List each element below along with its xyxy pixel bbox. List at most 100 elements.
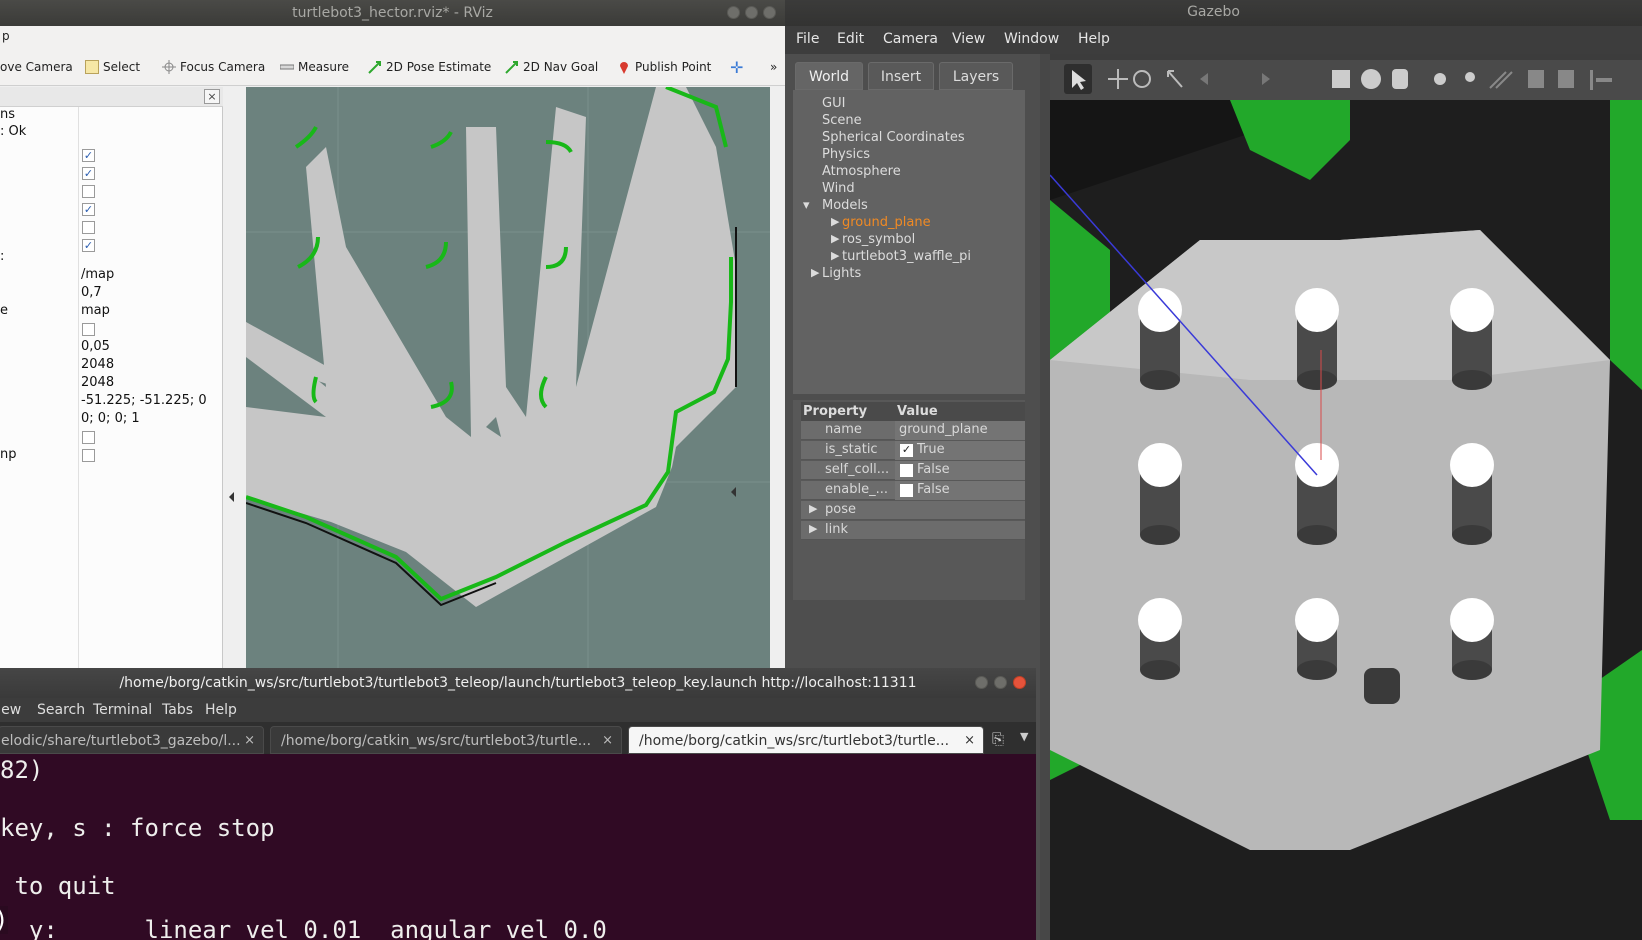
close-button[interactable] xyxy=(1013,676,1026,689)
publish-point-label: Publish Point xyxy=(635,60,712,74)
gazebo-menu-bar: File Edit Camera View Window Help xyxy=(785,26,1642,54)
unchecked-checkbox[interactable] xyxy=(900,464,913,477)
collapsed-arrow-icon[interactable]: ▶ xyxy=(831,249,839,262)
color-scheme-value[interactable]: map xyxy=(81,303,110,318)
expanded-arrow-icon[interactable]: ▾ xyxy=(803,198,810,213)
alpha-value[interactable]: 0,7 xyxy=(81,285,102,300)
pose-estimate-tool[interactable]: 2D Pose Estimate xyxy=(368,57,491,77)
menu-help[interactable]: Help xyxy=(205,698,237,722)
tree-item-wind[interactable]: Wind xyxy=(822,181,855,196)
menu-terminal[interactable]: Terminal xyxy=(93,698,152,722)
move-camera-tool[interactable]: ove Camera xyxy=(0,57,73,77)
view-splitter[interactable] xyxy=(224,87,246,668)
terminal-tab-bar: elodic/share/turtlebot3_gazebo/l... × /ho… xyxy=(0,722,1036,754)
close-button[interactable] xyxy=(763,6,776,19)
maximize-button[interactable] xyxy=(994,676,1007,689)
property-value[interactable]: True xyxy=(895,441,1025,460)
terminal-output[interactable]: 82) key, s : force stop to quit ) y: lin… xyxy=(0,754,1036,940)
position-value: -51.225; -51.225; 0 xyxy=(81,393,207,408)
terminal-tab[interactable]: /home/borg/catkin_ws/src/turtlebot3/turt… xyxy=(270,726,622,754)
close-icon[interactable]: × xyxy=(964,727,975,753)
enabled-checkbox[interactable]: ✓ xyxy=(82,167,95,180)
tree-item-ros-symbol[interactable]: ros_symbol xyxy=(842,232,915,247)
property-label: np xyxy=(0,447,17,462)
nav-goal-tool[interactable]: 2D Nav Goal xyxy=(505,57,598,77)
maximize-button[interactable] xyxy=(745,6,758,19)
property-row: self_coll... False xyxy=(801,461,1025,480)
focus-camera-tool[interactable]: Focus Camera xyxy=(162,57,265,77)
tab-layers[interactable]: Layers xyxy=(939,62,1013,90)
collapsed-arrow-icon[interactable]: ▶ xyxy=(831,232,839,245)
collapsed-arrow-icon[interactable]: ▶ xyxy=(831,215,839,228)
tree-item-gui[interactable]: GUI xyxy=(822,96,845,111)
measure-tool[interactable]: Measure xyxy=(279,57,349,77)
property-group-link[interactable]: ▶ link xyxy=(801,521,1025,540)
gazebo-splitter[interactable] xyxy=(1040,54,1050,940)
enabled-checkbox[interactable]: ✓ xyxy=(82,149,95,162)
panel-close-button[interactable]: × xyxy=(204,89,220,104)
tree-item-physics[interactable]: Physics xyxy=(822,147,870,162)
overflow-label: » xyxy=(770,60,778,74)
tree-item-ground-plane[interactable]: ground_plane xyxy=(842,215,931,230)
publish-point-tool[interactable]: Publish Point xyxy=(617,57,711,77)
property-label: e xyxy=(0,303,8,318)
toolbar-overflow-button[interactable]: » xyxy=(770,57,777,77)
tab-menu-chevron-icon[interactable]: ▼ xyxy=(1020,730,1028,743)
close-icon[interactable]: × xyxy=(602,727,613,753)
terminal-tab-active[interactable]: /home/borg/catkin_ws/src/turtlebot3/turt… xyxy=(628,726,984,754)
tree-item-models[interactable]: Models xyxy=(822,198,868,213)
move-camera-label: ove Camera xyxy=(0,60,73,74)
orientation-value: 0; 0; 0; 1 xyxy=(81,411,140,426)
property-label: : xyxy=(0,249,5,264)
tree-item-atmosphere[interactable]: Atmosphere xyxy=(822,164,901,179)
menu-help[interactable]: Help xyxy=(1078,31,1110,47)
minimize-button[interactable] xyxy=(727,6,740,19)
green-arrow-icon xyxy=(368,60,382,74)
rviz-window-title: turtlebot3_hector.rviz* - RViz xyxy=(292,5,493,21)
unreliable-checkbox[interactable] xyxy=(82,431,95,444)
checked-checkbox[interactable]: ✓ xyxy=(900,444,913,457)
gazebo-3d-scene[interactable] xyxy=(1050,60,1642,940)
menu-window[interactable]: Window xyxy=(1004,31,1059,47)
occupancy-map-view[interactable] xyxy=(246,87,770,668)
tree-item-turtlebot3[interactable]: turtlebot3_waffle_pi xyxy=(842,249,971,264)
focus-camera-label: Focus Camera xyxy=(180,60,266,74)
property-label: : Ok xyxy=(0,124,27,139)
menu-view[interactable]: View xyxy=(952,31,985,47)
new-tab-icon[interactable]: ⎘ xyxy=(992,730,1004,748)
enabled-checkbox[interactable]: ✓ xyxy=(82,203,95,216)
disabled-checkbox[interactable] xyxy=(82,185,95,198)
terminal-tab[interactable]: elodic/share/turtlebot3_gazebo/l... × xyxy=(0,726,264,754)
menu-search[interactable]: Search xyxy=(37,698,85,722)
use-timestamp-checkbox[interactable] xyxy=(82,449,95,462)
disabled-checkbox[interactable] xyxy=(82,221,95,234)
menu-tabs[interactable]: Tabs xyxy=(162,698,193,722)
collapsed-arrow-icon[interactable]: ▶ xyxy=(811,266,819,279)
add-tool-icon[interactable]: ✛ xyxy=(730,57,743,77)
menu-view[interactable]: View xyxy=(0,698,21,722)
tab-insert[interactable]: Insert xyxy=(868,62,934,90)
draw-behind-checkbox[interactable] xyxy=(82,323,95,336)
menu-item-fragment[interactable]: p xyxy=(2,29,10,43)
tab-world[interactable]: World xyxy=(795,62,863,90)
menu-edit[interactable]: Edit xyxy=(837,31,864,47)
tree-item-scene[interactable]: Scene xyxy=(822,113,862,128)
select-tool[interactable]: Select xyxy=(85,57,140,77)
rviz-title-bar: turtlebot3_hector.rviz* - RViz xyxy=(0,0,785,26)
menu-camera[interactable]: Camera xyxy=(883,31,938,47)
tree-item-spherical[interactable]: Spherical Coordinates xyxy=(822,130,965,145)
tree-item-lights[interactable]: Lights xyxy=(822,266,861,281)
property-group-pose[interactable]: ▶ pose xyxy=(801,501,1025,520)
topic-value[interactable]: /map xyxy=(81,267,114,282)
select-label: Select xyxy=(103,60,141,74)
property-value[interactable]: False xyxy=(895,461,1025,480)
map-pin-icon xyxy=(617,60,631,74)
property-value[interactable]: False xyxy=(895,481,1025,500)
close-icon[interactable]: × xyxy=(244,727,255,753)
enabled-checkbox[interactable]: ✓ xyxy=(82,239,95,252)
unchecked-checkbox[interactable] xyxy=(900,484,913,497)
minimize-button[interactable] xyxy=(975,676,988,689)
ruler-icon xyxy=(279,60,295,74)
property-header-label: Property xyxy=(803,404,868,419)
menu-file[interactable]: File xyxy=(796,31,819,47)
